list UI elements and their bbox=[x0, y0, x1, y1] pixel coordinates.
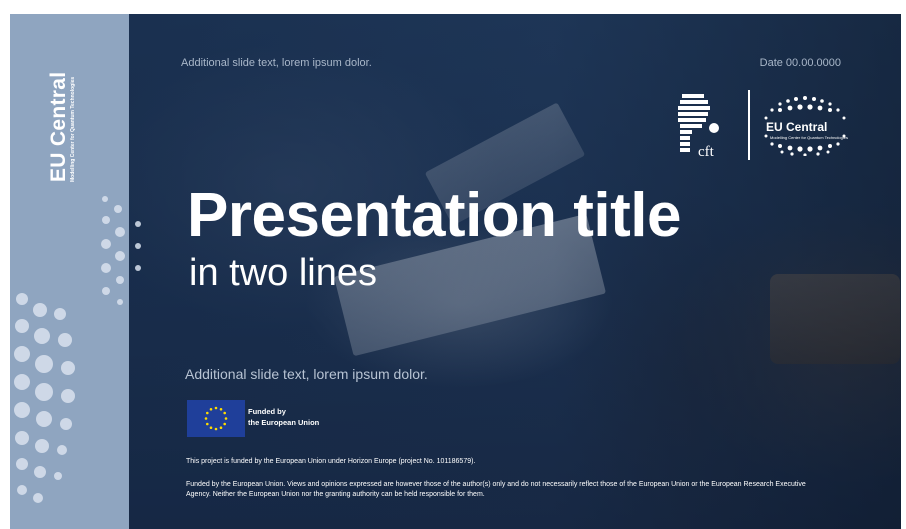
eu-central-logo-text: EU Central bbox=[766, 120, 828, 134]
date-text: Date 00.00.0000 bbox=[759, 57, 841, 69]
top-additional-text: Additional slide text, lorem ipsum dolor… bbox=[181, 57, 372, 69]
funded-line-2: the European Union bbox=[248, 418, 320, 427]
dots-decoration-icon bbox=[14, 196, 141, 503]
middle-additional-text: Additional slide text, lorem ipsum dolor… bbox=[185, 366, 428, 382]
disclaimer-text: Funded by the European Union. Views and … bbox=[186, 481, 806, 498]
funded-by-eu-text: Funded by the European Union bbox=[248, 406, 319, 428]
funded-line-1: Funded by bbox=[248, 407, 286, 416]
eu-central-logo-subtext: Modelling Center for Quantum Technologie… bbox=[770, 135, 848, 140]
presentation-subtitle: in two lines bbox=[189, 252, 377, 294]
logo-divider bbox=[748, 90, 750, 160]
presentation-slide: EU Central Modelling Center for Quantum … bbox=[10, 14, 901, 529]
presentation-title: Presentation title bbox=[187, 181, 682, 250]
cft-logo-icon: cft bbox=[678, 94, 719, 160]
project-funding-text: This project is funded by the European U… bbox=[186, 458, 476, 465]
eu-flag-icon bbox=[187, 400, 245, 437]
cft-logo-text: cft bbox=[698, 144, 715, 160]
